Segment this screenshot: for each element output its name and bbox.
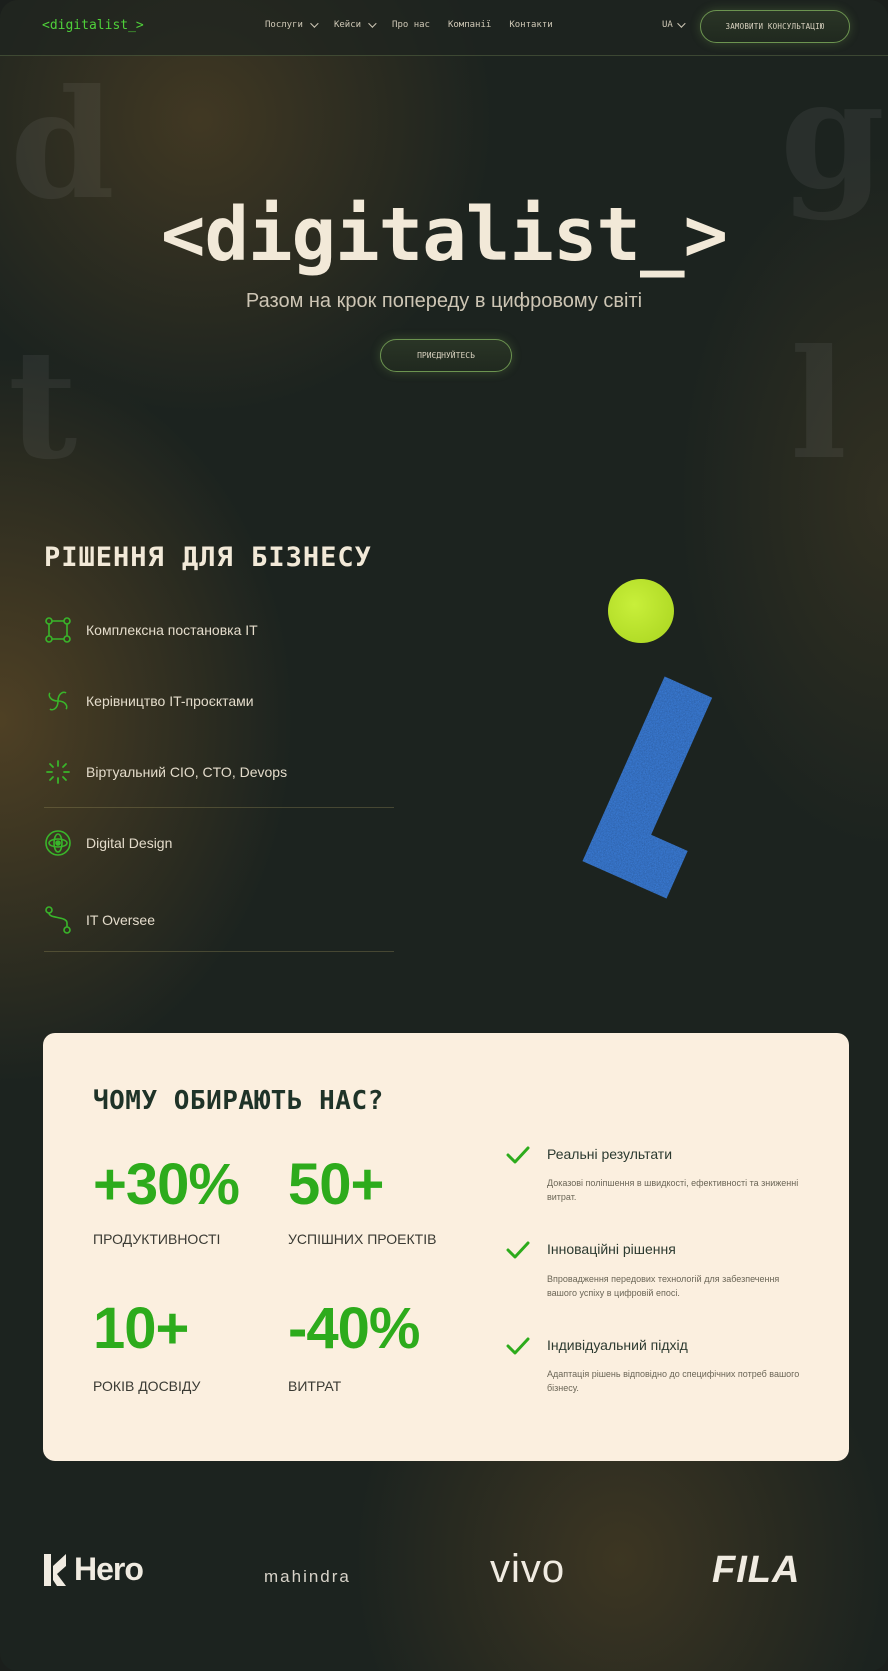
loader-icon	[44, 758, 72, 786]
solution-label: Комплексна постановка IT	[86, 622, 258, 638]
nav-item-cases[interactable]: Кейси	[333, 19, 377, 30]
stat-label: РОКІВ ДОСВІДУ	[93, 1378, 201, 1394]
stat-value: 10+	[93, 1296, 189, 1361]
solution-label: Віртуальний CIO, CTO, Devops	[86, 764, 288, 780]
bg-letter-t: t	[8, 317, 78, 493]
nav-item-label: Кейси	[333, 20, 362, 30]
bg-letter-g: g	[780, 47, 885, 223]
hero-subtitle: Разом на крок попереду в цифровому світі	[245, 290, 643, 312]
why-us-card: ЧОМУ ОБИРАЮТЬ НАС? +30% ПРОДУКТИВНОСТІ 5…	[43, 1033, 849, 1461]
why-us-title: ЧОМУ ОБИРАЮТЬ НАС?	[93, 1086, 384, 1116]
nav-item-services[interactable]: Послуги	[265, 19, 319, 30]
chevron-down-icon	[310, 19, 319, 28]
feature-description: Доказові поліпшення в швидкості, ефектив…	[547, 1178, 799, 1202]
nav-item-label: Компанії	[447, 20, 492, 30]
bg-letter-l: l	[790, 317, 847, 493]
feature-title: Інноваційні рішення	[547, 1241, 676, 1257]
nav-item-companies[interactable]: Компанії	[448, 20, 491, 30]
solution-item[interactable]: IT Oversee	[44, 900, 394, 940]
solution-item[interactable]: Digital Design	[44, 823, 394, 863]
stat-value: 50+	[288, 1152, 384, 1217]
solution-label: Керівництво IT-проєктами	[86, 693, 254, 709]
pinwheel-icon	[44, 687, 72, 715]
divider	[44, 807, 394, 808]
chevron-down-icon	[368, 19, 377, 28]
feature-title: Індивідуальний підхід	[547, 1337, 688, 1353]
lime-circle-shape	[608, 579, 674, 643]
stat-label: УСПІШНИХ ПРОЕКТІВ	[288, 1231, 437, 1247]
atom-icon	[44, 829, 72, 857]
vivo-logo: vivo	[490, 1547, 566, 1591]
check-icon	[506, 1146, 530, 1164]
nav-item-label: Контакти	[509, 20, 553, 30]
hero-logo: Hero	[42, 1551, 144, 1588]
feature-description: Адаптація рішень відповідно до специфічн…	[547, 1369, 800, 1393]
solution-item[interactable]: Керівництво IT-проєктами	[44, 681, 394, 721]
join-button[interactable]: ПРИЄДНУЙТЕСЬ	[380, 339, 512, 372]
check-icon	[506, 1337, 530, 1355]
stat-value: +30%	[93, 1152, 240, 1217]
solution-label: IT Oversee	[86, 912, 155, 928]
stat-label: ВИТРАТ	[288, 1378, 342, 1394]
language-label: UA	[662, 20, 673, 30]
main-nav: Послуги Кейси Про нас Компанії Контакти	[265, 19, 553, 30]
language-switcher[interactable]: UA	[662, 19, 686, 30]
nav-item-about[interactable]: Про нас	[392, 20, 430, 30]
solutions-title: РІШЕННЯ ДЛЯ БІЗНЕСУ	[44, 542, 372, 573]
mahindra-logo: mahindra	[264, 1567, 351, 1586]
hero-mark-icon	[44, 1553, 66, 1586]
nav-item-label: Про нас	[392, 20, 430, 30]
nav-item-contacts[interactable]: Контакти	[509, 20, 552, 30]
fila-logo: FILA	[712, 1549, 801, 1591]
site-header: <digitalist_> Послуги Кейси Про нас Комп…	[0, 0, 888, 56]
stat-value: -40%	[288, 1296, 420, 1361]
feature-description: Впровадження передових технологій для за…	[547, 1274, 780, 1298]
hero-title: <digitalist_>	[160, 192, 728, 278]
stat-label: ПРОДУКТИВНОСТІ	[93, 1231, 221, 1247]
blue-i-shape	[582, 676, 713, 899]
chevron-down-icon	[677, 19, 686, 28]
solution-item[interactable]: Комплексна постановка IT	[44, 610, 394, 650]
page: <digitalist_> Послуги Кейси Про нас Комп…	[0, 0, 888, 1671]
order-consultation-button[interactable]: ЗАМОВИТИ КОНСУЛЬТАЦІЮ	[700, 10, 850, 43]
hero-logo-text: Hero	[74, 1551, 144, 1587]
network-nodes-icon	[44, 616, 72, 644]
solution-item[interactable]: Віртуальний CIO, CTO, Devops	[44, 752, 394, 792]
client-logos: Hero mahindra vivo FILA	[0, 1545, 888, 1605]
solution-label: Digital Design	[86, 835, 173, 851]
feature-title: Реальні результати	[547, 1146, 673, 1162]
header-logo[interactable]: <digitalist_>	[42, 18, 144, 33]
check-icon	[506, 1241, 530, 1259]
route-icon	[44, 906, 72, 934]
nav-item-label: Послуги	[265, 20, 303, 30]
divider	[44, 951, 394, 952]
